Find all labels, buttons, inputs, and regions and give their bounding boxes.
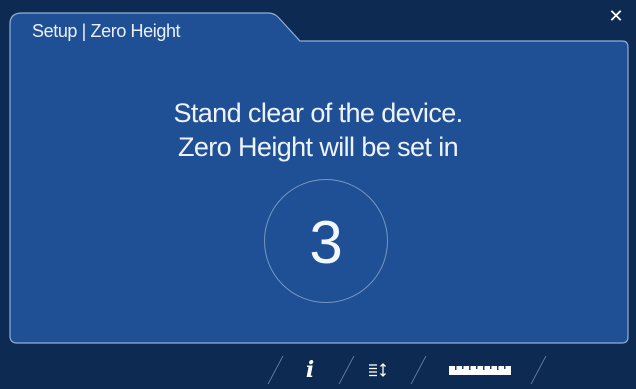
page-title: Setup | Zero Height	[32, 21, 181, 41]
instruction-line-2: Zero Height will be set in	[177, 132, 459, 162]
nav-separator	[410, 356, 427, 384]
ruler-icon	[449, 365, 511, 375]
countdown-value: 3	[309, 209, 343, 276]
info-button[interactable]: i	[290, 350, 330, 389]
instruction-message: Stand clear of the device. Zero Height w…	[0, 96, 636, 164]
measure-button[interactable]	[440, 350, 520, 389]
nav-separator	[530, 356, 547, 384]
countdown-ring: 3	[264, 179, 388, 303]
sort-list-button[interactable]	[358, 350, 398, 389]
info-icon: i	[305, 356, 315, 383]
instruction-line-1: Stand clear of the device.	[173, 98, 463, 128]
zero-height-setup-screen: Setup | Zero Height ✕ Stand clear of the…	[0, 0, 636, 389]
nav-separator	[267, 356, 284, 384]
close-icon[interactable]: ✕	[606, 6, 626, 26]
nav-separator	[338, 356, 355, 384]
list-sort-icon	[369, 362, 386, 377]
bottom-nav-bar: i	[0, 350, 636, 389]
